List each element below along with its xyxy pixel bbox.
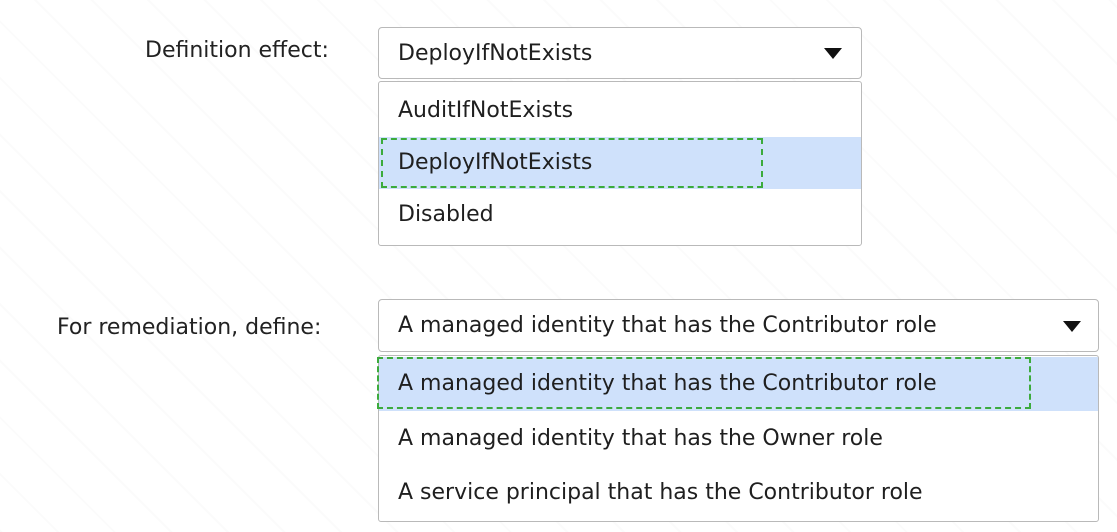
question-canvas: Definition effect: DeployIfNotExists Aud…: [0, 0, 1117, 532]
caret-down-icon[interactable]: [824, 48, 842, 59]
definition-effect-label: Definition effect:: [145, 38, 329, 63]
remediation-options: A managed identity that has the Contribu…: [378, 355, 1099, 522]
remediation-label: For remediation, define:: [57, 315, 322, 340]
remediation-option-mi-contributor[interactable]: A managed identity that has the Contribu…: [379, 357, 1098, 411]
definition-effect-options: AuditIfNotExists DeployIfNotExists Disab…: [378, 81, 862, 246]
remediation-select[interactable]: A managed identity that has the Contribu…: [378, 299, 1099, 352]
definition-effect-select[interactable]: DeployIfNotExists: [378, 27, 862, 79]
caret-down-icon[interactable]: [1063, 321, 1081, 332]
option-label: A managed identity that has the Owner ro…: [398, 426, 883, 451]
option-label: Disabled: [398, 202, 494, 227]
definition-option-disabled[interactable]: Disabled: [379, 189, 861, 241]
option-label: AuditIfNotExists: [398, 98, 574, 123]
definition-option-auditifnotexists[interactable]: AuditIfNotExists: [379, 85, 861, 137]
option-label: DeployIfNotExists: [398, 150, 593, 175]
option-label: A service principal that has the Contrib…: [398, 480, 923, 505]
remediation-option-mi-owner[interactable]: A managed identity that has the Owner ro…: [379, 412, 1098, 466]
definition-option-deployifnotexists[interactable]: DeployIfNotExists: [379, 137, 861, 189]
remediation-value: A managed identity that has the Contribu…: [398, 313, 937, 338]
remediation-option-sp-contributor[interactable]: A service principal that has the Contrib…: [379, 466, 1098, 520]
definition-effect-value: DeployIfNotExists: [398, 41, 593, 66]
option-label: A managed identity that has the Contribu…: [398, 371, 937, 396]
